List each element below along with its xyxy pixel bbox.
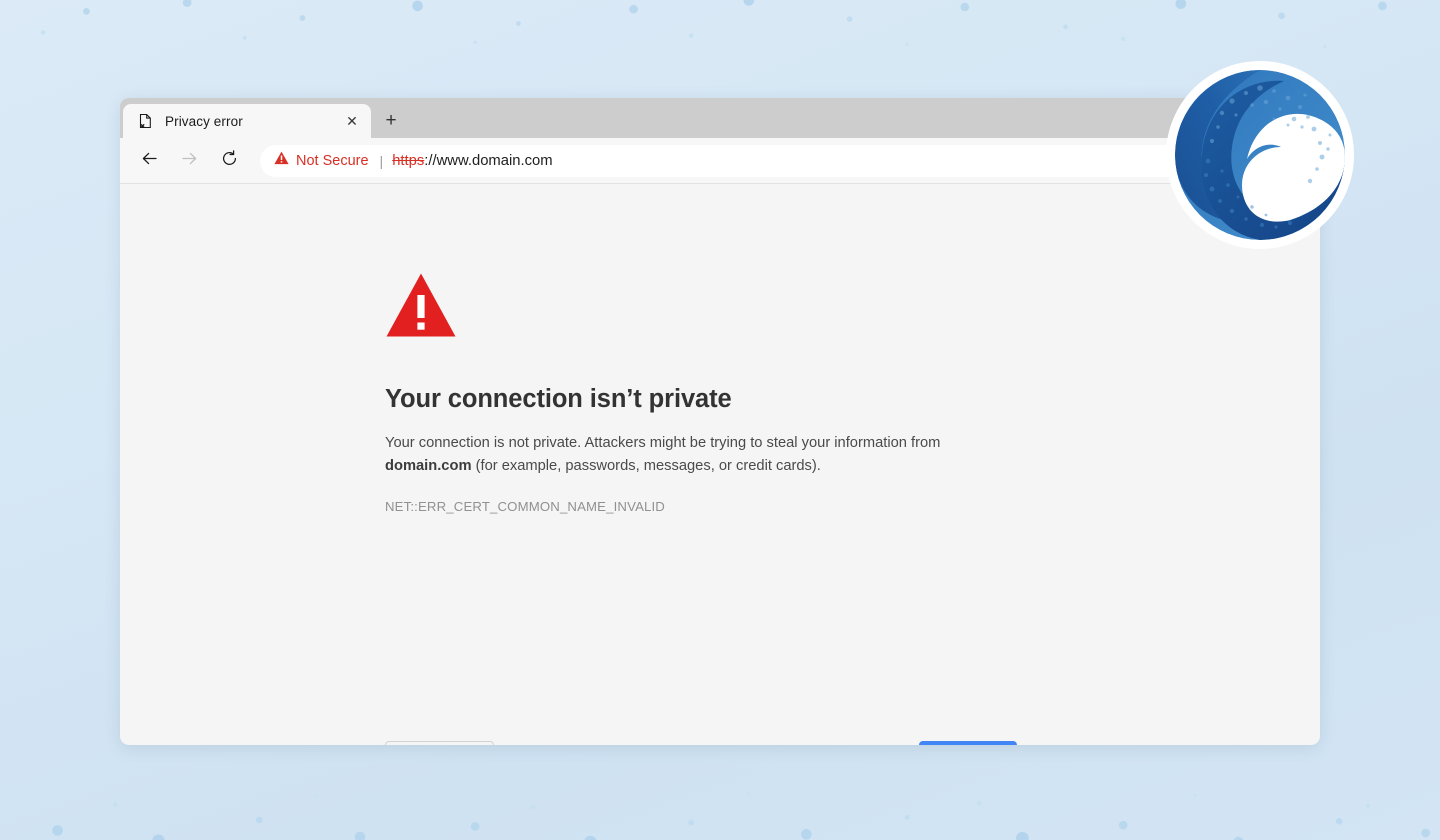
back-button[interactable]: [132, 144, 166, 178]
url-text[interactable]: https://www.domain.com: [392, 153, 1232, 169]
close-icon[interactable]: ✕: [341, 110, 363, 132]
address-bar[interactable]: Not Secure | https://www.domain.com: [260, 144, 1268, 177]
tab-title: Privacy error: [165, 113, 243, 129]
url-host-path: ://www.domain.com: [424, 152, 553, 169]
back-arrow-icon: [140, 149, 159, 173]
add-favorite-button[interactable]: [1232, 147, 1262, 175]
star-add-icon: [1239, 149, 1256, 172]
star-list-icon: [1284, 149, 1303, 173]
new-tab-button[interactable]: +: [376, 106, 406, 136]
plus-icon: +: [385, 110, 397, 131]
reload-button[interactable]: [212, 144, 246, 178]
url-scheme-struck: https: [392, 152, 425, 169]
error-code: NET::ERR_CERT_COMMON_NAME_INVALID: [385, 499, 665, 514]
not-secure-label: Not Secure: [296, 152, 369, 169]
reload-icon: [220, 149, 239, 173]
advanced-button[interactable]: Advanced: [385, 741, 494, 745]
error-description-part2: (for example, passwords, messages, or cr…: [471, 458, 821, 474]
error-description-part1: Your connection is not private. Attacker…: [385, 435, 941, 451]
browser-toolbar: Not Secure | https://www.domain.com: [120, 138, 1320, 184]
desktop-background: Privacy error ✕ + Not Secure | https://w…: [0, 0, 1440, 840]
warning-triangle-icon: [274, 151, 289, 170]
forward-arrow-icon: [180, 149, 199, 173]
error-container: Your connection isn’t private Your conne…: [385, 272, 1017, 514]
error-action-row: Advanced Go back: [385, 741, 1017, 745]
browser-tab[interactable]: Privacy error ✕: [123, 104, 371, 138]
warning-triangle-icon: [385, 272, 1017, 343]
page-content: Your connection isn’t private Your conne…: [120, 184, 1320, 745]
error-description: Your connection is not private. Attacker…: [385, 432, 1017, 478]
tab-strip: Privacy error ✕ +: [120, 98, 1320, 138]
error-domain: domain.com: [385, 458, 472, 474]
favorites-button[interactable]: [1276, 144, 1310, 178]
omnibox-separator: |: [379, 152, 384, 169]
page-title: Your connection isn’t private: [385, 385, 732, 413]
browser-window: Privacy error ✕ + Not Secure | https://w…: [120, 98, 1320, 745]
broken-page-icon: [137, 113, 154, 130]
background-texture-top: [0, 0, 1440, 106]
security-status-chip[interactable]: Not Secure |: [274, 151, 392, 170]
forward-button[interactable]: [172, 144, 206, 178]
go-back-button[interactable]: Go back: [919, 741, 1017, 745]
